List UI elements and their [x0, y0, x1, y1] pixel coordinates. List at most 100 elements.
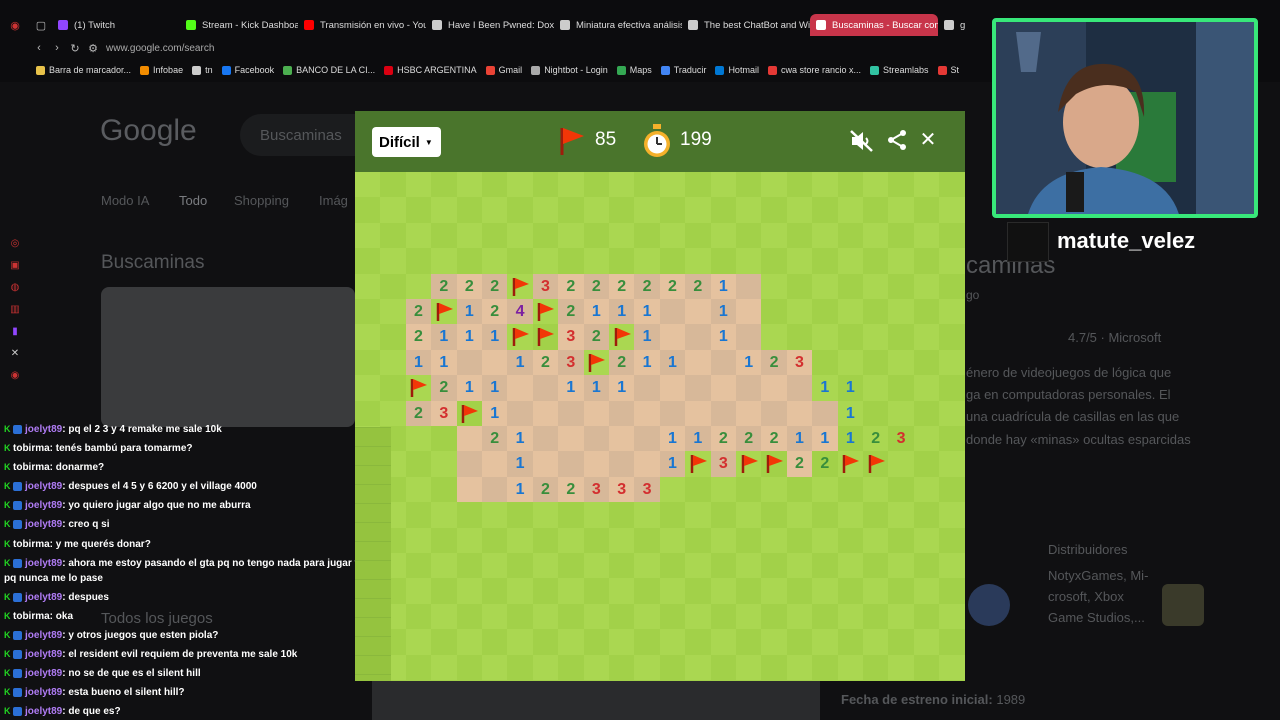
hidden-cell[interactable] — [786, 553, 813, 579]
bookmark-item[interactable]: Streamlabs — [869, 65, 929, 75]
hidden-cell[interactable] — [456, 527, 482, 553]
revealed-cell[interactable] — [710, 349, 736, 376]
hidden-cell[interactable] — [863, 553, 889, 579]
hidden-cell[interactable] — [634, 172, 660, 198]
revealed-cell[interactable]: 1 — [431, 349, 457, 376]
hidden-cell[interactable] — [456, 553, 482, 579]
hidden-cell[interactable] — [380, 324, 406, 350]
tab-5[interactable]: Miniatura efectiva análisis — [554, 14, 682, 36]
revealed-cell[interactable] — [532, 400, 559, 426]
hidden-cell[interactable] — [380, 222, 406, 249]
hidden-cell[interactable] — [355, 248, 381, 274]
hidden-cell[interactable] — [888, 451, 914, 477]
revealed-cell[interactable]: 1 — [507, 476, 533, 503]
revealed-cell[interactable]: 2 — [532, 349, 559, 376]
hidden-cell[interactable] — [456, 603, 482, 630]
hidden-cell[interactable] — [863, 476, 889, 503]
hidden-cell[interactable] — [736, 476, 762, 503]
hidden-cell[interactable] — [939, 400, 965, 426]
revealed-cell[interactable]: 1 — [405, 349, 432, 376]
hidden-cell[interactable] — [355, 299, 381, 325]
revealed-cell[interactable]: 1 — [456, 324, 482, 350]
hidden-cell[interactable] — [380, 197, 406, 223]
revealed-cell[interactable]: 2 — [634, 273, 660, 299]
revealed-cell[interactable]: 3 — [532, 273, 559, 299]
hidden-cell[interactable] — [761, 603, 787, 630]
url-input[interactable]: www.google.com/search — [106, 43, 214, 54]
hidden-cell[interactable] — [659, 197, 686, 223]
hidden-cell[interactable] — [837, 172, 863, 198]
hidden-cell[interactable] — [685, 578, 711, 604]
hidden-cell[interactable] — [710, 197, 736, 223]
hidden-cell[interactable] — [812, 172, 838, 198]
revealed-cell[interactable]: 1 — [609, 299, 635, 325]
hidden-cell[interactable] — [812, 629, 838, 655]
revealed-cell[interactable] — [507, 375, 533, 401]
hidden-cell[interactable] — [837, 654, 863, 680]
hidden-cell[interactable] — [482, 527, 508, 553]
side-icon-4[interactable]: ▥ — [8, 304, 22, 318]
revealed-cell[interactable]: 2 — [405, 400, 432, 426]
hidden-cell[interactable] — [761, 172, 787, 198]
hidden-cell[interactable] — [583, 222, 609, 249]
hidden-cell[interactable] — [863, 629, 889, 655]
bookmark-item[interactable]: Maps — [616, 65, 652, 75]
hidden-cell[interactable] — [812, 476, 838, 503]
hidden-cell[interactable] — [939, 451, 965, 477]
distribuidores-label[interactable]: Distribuidores — [1048, 542, 1127, 557]
bookmark-item[interactable]: Barra de marcador... — [36, 65, 131, 75]
revealed-cell[interactable]: 3 — [558, 324, 584, 350]
hidden-cell[interactable] — [355, 324, 381, 350]
revealed-cell[interactable]: 1 — [634, 299, 660, 325]
revealed-cell[interactable] — [710, 400, 736, 426]
hidden-cell[interactable] — [482, 603, 508, 630]
hidden-cell[interactable] — [939, 222, 965, 249]
hidden-cell[interactable] — [609, 553, 635, 579]
hidden-cell[interactable] — [482, 248, 508, 274]
flagged-cell[interactable] — [456, 400, 482, 426]
hidden-cell[interactable] — [532, 527, 559, 553]
revealed-cell[interactable] — [761, 375, 787, 401]
revealed-cell[interactable]: 2 — [532, 476, 559, 503]
hidden-cell[interactable] — [685, 476, 711, 503]
revealed-cell[interactable]: 1 — [736, 349, 762, 376]
hidden-cell[interactable] — [888, 603, 914, 630]
hidden-cell[interactable] — [507, 527, 533, 553]
hidden-cell[interactable] — [913, 426, 940, 452]
revealed-cell[interactable]: 1 — [710, 273, 736, 299]
mute-icon[interactable] — [850, 129, 873, 152]
side-icon-1[interactable]: ◎ — [8, 238, 22, 252]
revealed-cell[interactable]: 2 — [659, 273, 686, 299]
bookmark-item[interactable]: Nightbot - Login — [531, 65, 608, 75]
side-icon-2[interactable]: ▣ — [8, 260, 22, 274]
tab-6[interactable]: The best ChatBot and Wil — [682, 14, 810, 36]
hidden-cell[interactable] — [482, 578, 508, 604]
hidden-cell[interactable] — [761, 527, 787, 553]
hidden-cell[interactable] — [913, 476, 940, 503]
hidden-cell[interactable] — [761, 476, 787, 503]
hidden-cell[interactable] — [609, 172, 635, 198]
revealed-cell[interactable] — [609, 426, 635, 452]
hidden-cell[interactable] — [863, 375, 889, 401]
bookmark-item[interactable]: Gmail — [485, 65, 522, 75]
hidden-cell[interactable] — [736, 502, 762, 528]
side-icon-7[interactable]: ◉ — [8, 370, 22, 384]
hidden-cell[interactable] — [355, 273, 381, 299]
hidden-cell[interactable] — [532, 172, 559, 198]
hidden-cell[interactable] — [380, 299, 406, 325]
hidden-cell[interactable] — [837, 197, 863, 223]
tab-2[interactable]: Stream - Kick Dashboard — [180, 14, 298, 36]
revealed-cell[interactable] — [685, 375, 711, 401]
hidden-cell[interactable] — [863, 349, 889, 376]
bookmark-item[interactable]: St — [937, 65, 959, 75]
hidden-cell[interactable] — [761, 629, 787, 655]
hidden-cell[interactable] — [405, 476, 432, 503]
hidden-cell[interactable] — [812, 273, 838, 299]
close-icon[interactable]: ✕ — [917, 129, 939, 151]
hidden-cell[interactable] — [634, 578, 660, 604]
hidden-cell[interactable] — [837, 629, 863, 655]
hidden-cell[interactable] — [405, 172, 432, 198]
revealed-cell[interactable]: 3 — [558, 349, 584, 376]
hidden-cell[interactable] — [659, 629, 686, 655]
revealed-cell[interactable]: 1 — [482, 324, 508, 350]
